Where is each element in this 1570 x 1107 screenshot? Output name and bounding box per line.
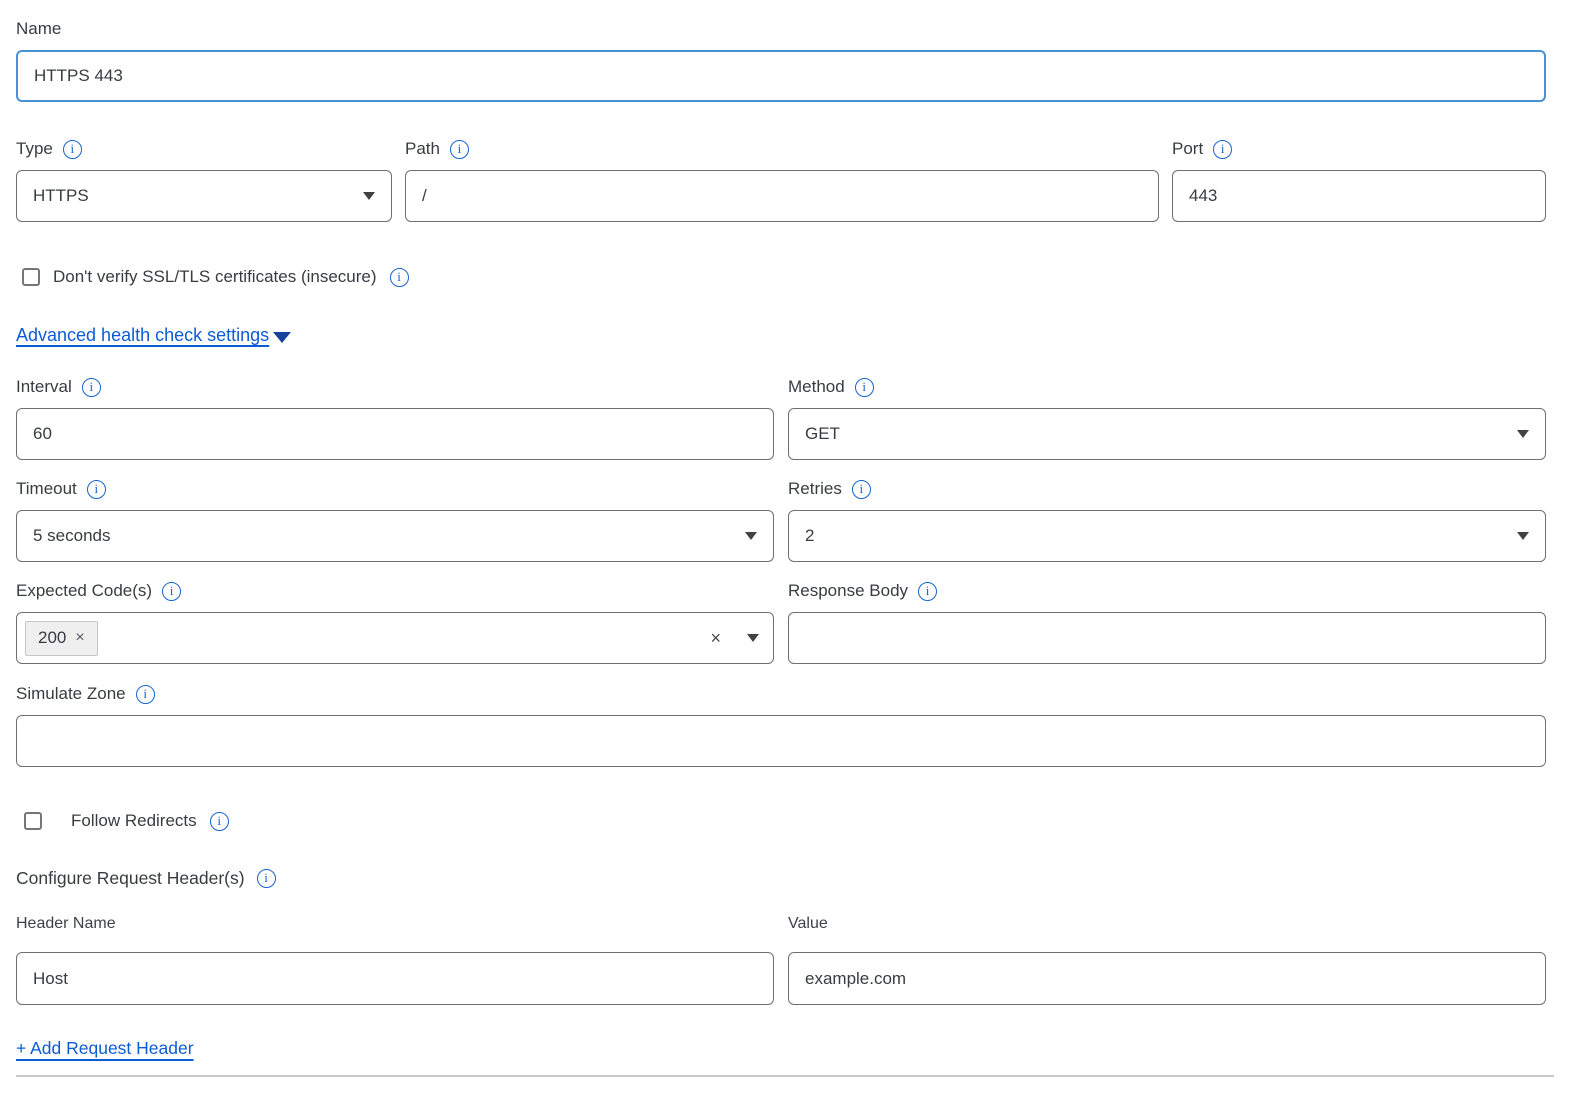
- simulate-zone-field: Simulate Zone i: [16, 683, 1546, 810]
- info-icon[interactable]: i: [82, 378, 101, 397]
- header-value-label: Value: [788, 915, 1546, 937]
- expected-code-tag: 200 ×: [25, 621, 98, 656]
- method-select[interactable]: GET: [788, 408, 1546, 460]
- retries-label: Retries: [788, 479, 842, 499]
- info-icon[interactable]: i: [162, 582, 181, 601]
- chevron-down-icon: [1517, 430, 1529, 438]
- verify-ssl-checkbox[interactable]: [22, 268, 40, 286]
- info-icon[interactable]: i: [450, 140, 469, 159]
- type-label: Type: [16, 139, 53, 159]
- simulate-zone-label: Simulate Zone: [16, 684, 126, 704]
- advanced-settings-link-label: Advanced health check settings: [16, 325, 269, 346]
- method-field: Method i GET: [788, 376, 1546, 460]
- request-header-row: Header Name Value: [16, 915, 1546, 1005]
- retries-select[interactable]: 2: [788, 510, 1546, 562]
- type-select[interactable]: HTTPS: [16, 170, 392, 222]
- follow-redirects-label: Follow Redirects: [71, 811, 197, 831]
- info-icon[interactable]: i: [87, 480, 106, 499]
- port-label: Port: [1172, 139, 1203, 159]
- header-value-field: Value: [788, 915, 1546, 1005]
- path-field: Path i: [405, 138, 1159, 222]
- header-name-label: Header Name: [16, 915, 774, 937]
- verify-ssl-row: Don't verify SSL/TLS certificates (insec…: [22, 266, 1546, 288]
- expected-codes-label: Expected Code(s): [16, 581, 152, 601]
- expected-code-tag-value: 200: [38, 628, 66, 648]
- name-input[interactable]: [16, 50, 1546, 102]
- info-icon[interactable]: i: [136, 685, 155, 704]
- header-name-field: Header Name: [16, 915, 774, 1005]
- simulate-zone-input[interactable]: [16, 715, 1546, 767]
- info-icon[interactable]: i: [390, 268, 409, 287]
- timeout-select-value: 5 seconds: [33, 526, 735, 546]
- health-check-form: Name Type i HTTPS Path i Port i: [0, 0, 1570, 1077]
- chevron-down-icon: [1517, 532, 1529, 540]
- timeout-field: Timeout i 5 seconds: [16, 478, 774, 562]
- header-value-input[interactable]: [788, 952, 1546, 1005]
- follow-redirects-row: Follow Redirects i: [24, 810, 1546, 832]
- info-icon[interactable]: i: [855, 378, 874, 397]
- name-label: Name: [16, 19, 61, 39]
- configure-headers-section: Configure Request Header(s) i: [16, 866, 1546, 890]
- info-icon[interactable]: i: [257, 869, 276, 888]
- path-input[interactable]: [405, 170, 1159, 222]
- chevron-down-icon: [747, 634, 759, 642]
- info-icon[interactable]: i: [63, 140, 82, 159]
- caret-down-icon: [273, 332, 291, 343]
- method-label: Method: [788, 377, 845, 397]
- type-select-value: HTTPS: [33, 186, 353, 206]
- info-icon[interactable]: i: [1213, 140, 1232, 159]
- response-body-label: Response Body: [788, 581, 908, 601]
- interval-input[interactable]: [16, 408, 774, 460]
- retries-select-value: 2: [805, 526, 1507, 546]
- remove-tag-icon[interactable]: ×: [75, 629, 84, 647]
- info-icon[interactable]: i: [852, 480, 871, 499]
- type-field: Type i HTTPS: [16, 138, 392, 222]
- chevron-down-icon: [745, 532, 757, 540]
- verify-ssl-label: Don't verify SSL/TLS certificates (insec…: [53, 267, 377, 287]
- path-label: Path: [405, 139, 440, 159]
- codes-body-row: Expected Code(s) i 200 × × Response Body…: [16, 580, 1546, 664]
- advanced-settings-link[interactable]: Advanced health check settings: [16, 325, 291, 346]
- clear-all-icon[interactable]: ×: [710, 628, 721, 649]
- section-divider: [16, 1075, 1554, 1077]
- timeout-retries-row: Timeout i 5 seconds Retries i 2: [16, 478, 1546, 562]
- info-icon[interactable]: i: [210, 812, 229, 831]
- interval-field: Interval i: [16, 376, 774, 460]
- type-path-port-row: Type i HTTPS Path i Port i: [16, 138, 1546, 222]
- configure-headers-label: Configure Request Header(s): [16, 868, 245, 889]
- expected-codes-field: Expected Code(s) i 200 × ×: [16, 580, 774, 664]
- timeout-select[interactable]: 5 seconds: [16, 510, 774, 562]
- info-icon[interactable]: i: [918, 582, 937, 601]
- interval-method-row: Interval i Method i GET: [16, 376, 1546, 460]
- retries-field: Retries i 2: [788, 478, 1546, 562]
- timeout-label: Timeout: [16, 479, 77, 499]
- name-label-row: Name: [16, 18, 1546, 40]
- port-input[interactable]: [1172, 170, 1546, 222]
- response-body-input[interactable]: [788, 612, 1546, 664]
- chevron-down-icon: [363, 192, 375, 200]
- response-body-field: Response Body i: [788, 580, 1546, 664]
- add-request-header-link[interactable]: + Add Request Header: [16, 1038, 194, 1059]
- expected-codes-select[interactable]: 200 × ×: [16, 612, 774, 664]
- interval-label: Interval: [16, 377, 72, 397]
- method-select-value: GET: [805, 424, 1507, 444]
- header-name-input[interactable]: [16, 952, 774, 1005]
- follow-redirects-checkbox[interactable]: [24, 812, 42, 830]
- port-field: Port i: [1172, 138, 1546, 222]
